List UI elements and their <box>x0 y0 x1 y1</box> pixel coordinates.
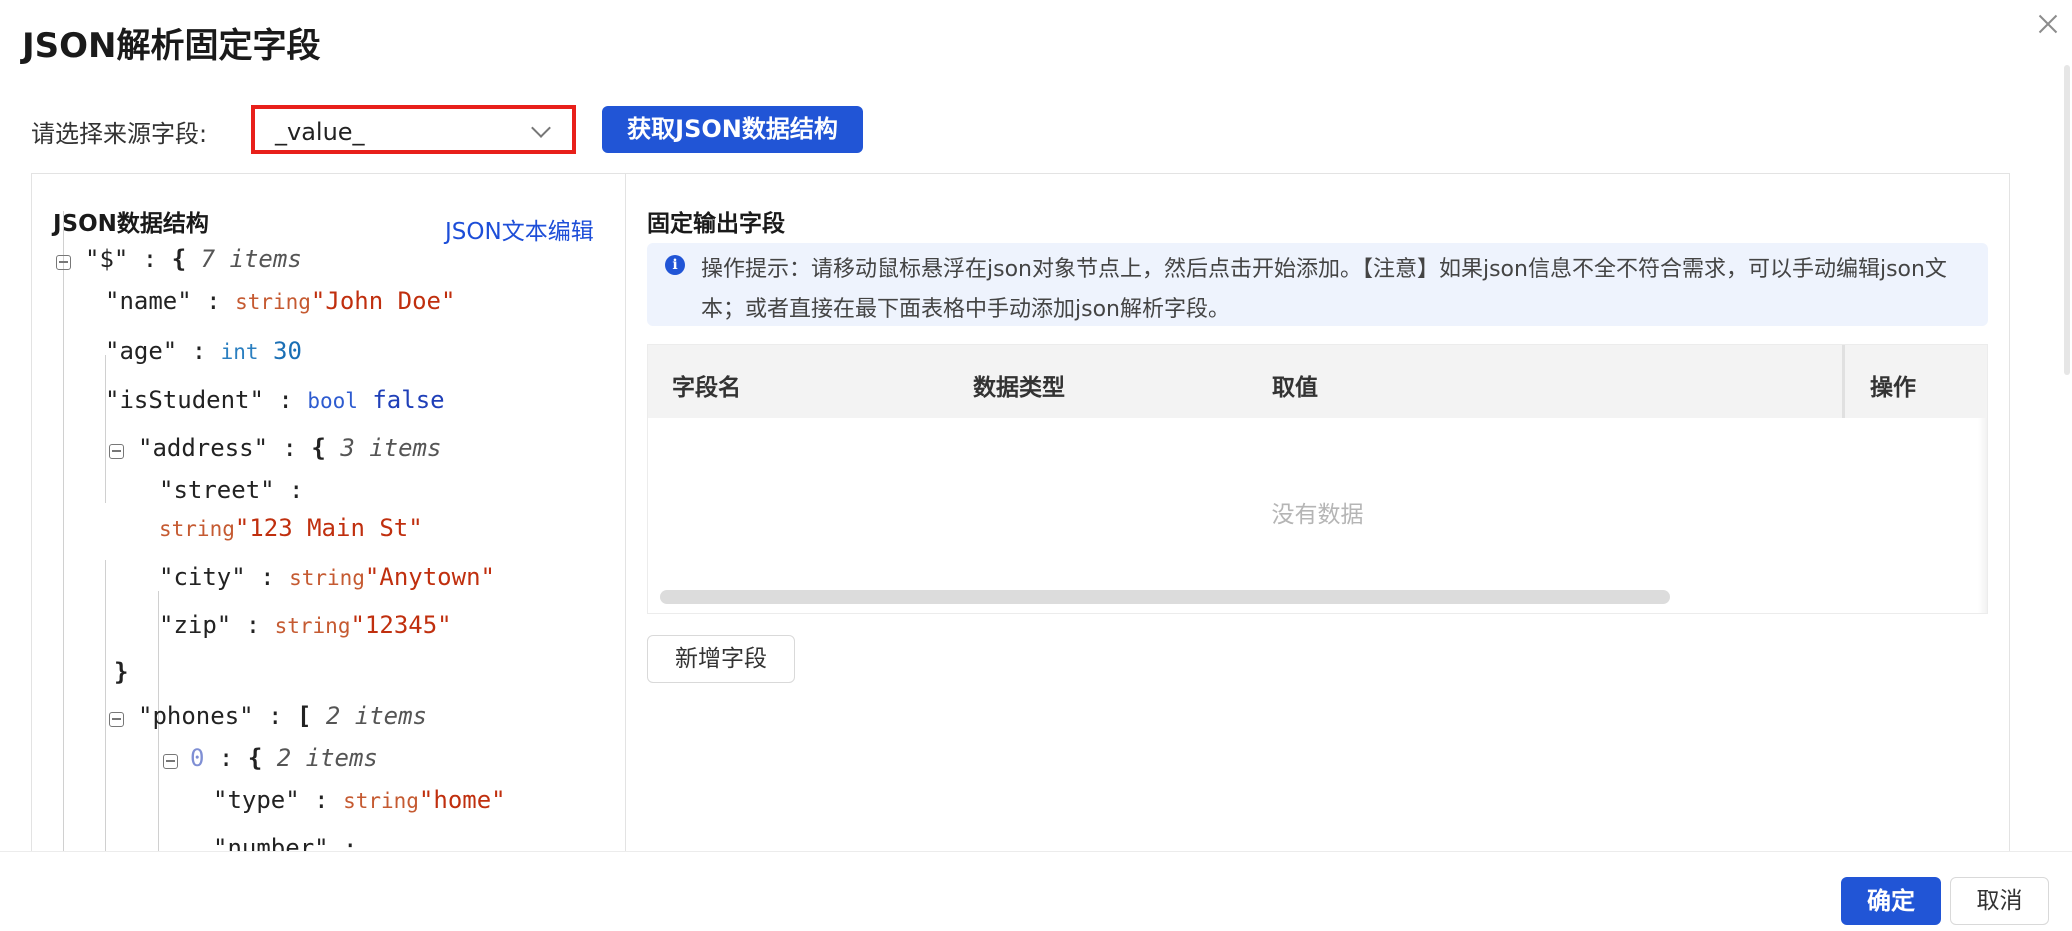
fixed-output-title: 固定输出字段 <box>647 211 785 237</box>
tree-node-city[interactable]: "city" : string"Anytown" <box>159 563 495 591</box>
tree-node-phone-type[interactable]: "type" : string"home" <box>213 786 506 814</box>
main-panel: JSON数据结构 JSON文本编辑 "$" : { 7 items "name"… <box>31 173 2010 853</box>
tree-node-address[interactable]: "address" : { 3 items <box>138 434 441 462</box>
source-field-select[interactable]: _value_ <box>251 105 576 154</box>
add-field-button[interactable]: 新增字段 <box>647 635 795 683</box>
collapse-phones-icon[interactable] <box>109 712 124 727</box>
tree-node-name[interactable]: "name" : string"John Doe" <box>105 287 455 315</box>
json-tree: "$" : { 7 items "name" : string"John Doe… <box>32 174 625 852</box>
empty-state-text: 没有数据 <box>1271 502 1364 528</box>
collapse-phones-item0-icon[interactable] <box>163 754 178 769</box>
output-fields-table: 字段名 数据类型 取值 操作 没有数据 <box>647 344 1988 614</box>
tree-node-phones-item0[interactable]: 0 : { 2 items <box>190 744 378 772</box>
tree-node-street[interactable]: "street" : <box>159 476 304 504</box>
table-header: 字段名 数据类型 取值 操作 <box>648 345 1987 418</box>
close-icon[interactable] <box>2033 10 2063 40</box>
dialog-footer <box>0 851 2072 931</box>
column-header-data-type: 数据类型 <box>973 375 1065 401</box>
tree-node-phone-number[interactable]: "number" : <box>213 834 358 852</box>
collapse-root-icon[interactable] <box>56 255 71 270</box>
horizontal-scrollbar[interactable] <box>660 590 1670 604</box>
source-field-label: 请选择来源字段: <box>31 120 208 148</box>
tree-node-root[interactable]: "$" : { 7 items <box>85 245 302 273</box>
cancel-button[interactable]: 取消 <box>1950 877 2049 925</box>
fetch-json-structure-button[interactable]: 获取JSON数据结构 <box>602 106 863 153</box>
confirm-button[interactable]: 确定 <box>1841 877 1941 925</box>
fixed-column-separator <box>1842 345 1845 418</box>
tree-node-isstudent[interactable]: "isStudent" : bool false <box>105 386 445 414</box>
operation-tip-text: 操作提示：请移动鼠标悬浮在json对象节点上，然后点击开始添加。【注意】如果js… <box>701 257 1947 322</box>
tree-node-phones[interactable]: "phones" : [ 2 items <box>138 702 427 730</box>
info-icon: i <box>665 255 685 275</box>
column-header-field-name: 字段名 <box>672 375 741 401</box>
address-closing-brace: } <box>114 658 129 686</box>
column-header-value: 取值 <box>1272 375 1318 401</box>
operation-tip: i 操作提示：请移动鼠标悬浮在json对象节点上，然后点击开始添加。【注意】如果… <box>647 243 1988 326</box>
dialog-title: JSON解析固定字段 <box>22 26 321 66</box>
vertical-scrollbar[interactable] <box>2064 65 2070 375</box>
json-structure-panel: JSON数据结构 JSON文本编辑 "$" : { 7 items "name"… <box>32 174 625 852</box>
chevron-down-icon <box>531 118 551 138</box>
tree-node-age[interactable]: "age" : int 30 <box>105 337 302 365</box>
column-header-actions: 操作 <box>1870 375 1916 401</box>
source-field-value: _value_ <box>275 118 365 146</box>
panel-divider <box>625 174 626 852</box>
collapse-address-icon[interactable] <box>109 444 124 459</box>
tree-node-zip[interactable]: "zip" : string"12345" <box>159 611 452 639</box>
tree-node-street-value[interactable]: string"123 Main St" <box>159 514 423 542</box>
